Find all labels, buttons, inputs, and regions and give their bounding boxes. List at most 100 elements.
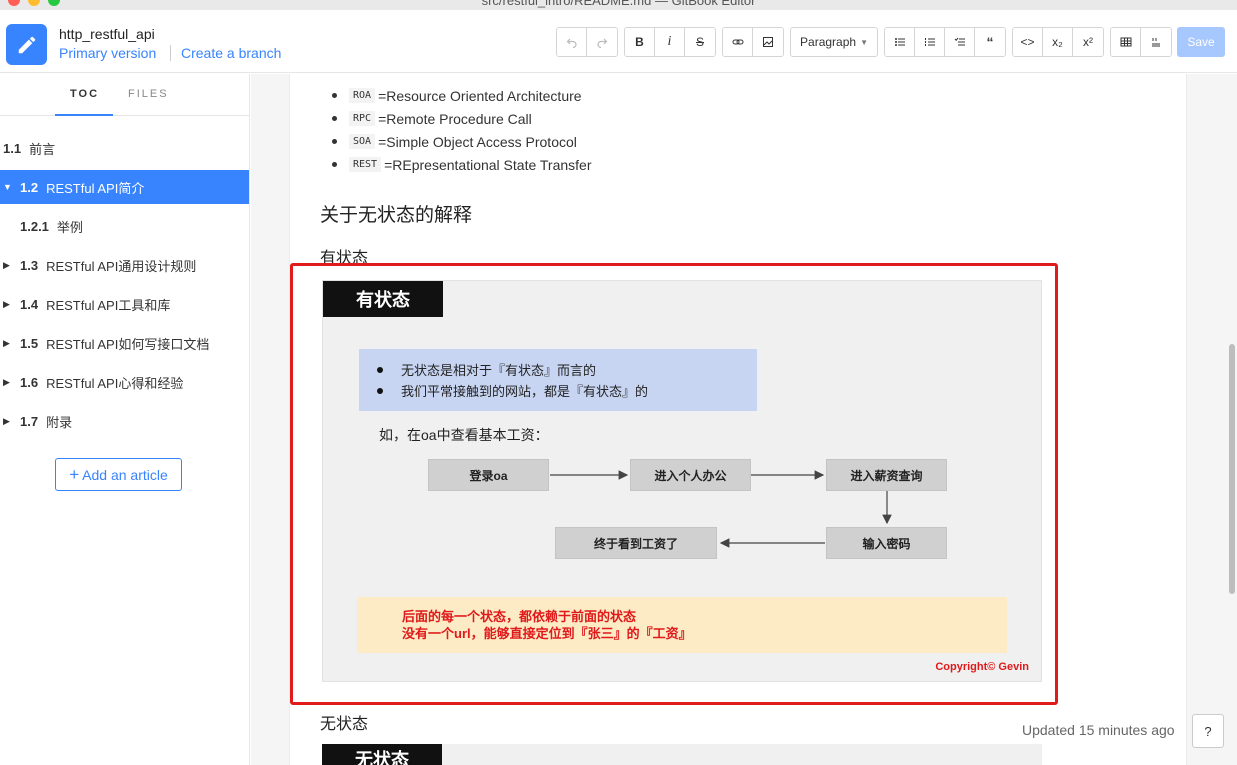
inline-code: REST	[349, 157, 382, 172]
toc-sidebar: TOC FILES 1.1 前言 ▼ 1.2 RESTful API简介 1.2…	[0, 74, 250, 765]
add-article-button[interactable]: + Add an article	[55, 458, 182, 491]
active-tab-indicator	[55, 114, 113, 116]
red-highlight-frame	[290, 263, 1058, 705]
bullet-list-button[interactable]	[885, 28, 915, 56]
numbered-list-button[interactable]	[915, 28, 945, 56]
italic-button[interactable]: i	[655, 28, 685, 56]
list-item-text: =Resource Oriented Architecture	[378, 87, 582, 104]
image-icon	[763, 37, 773, 47]
code-button[interactable]: <>	[1013, 28, 1043, 56]
app-header: http_restful_api Primary version Create …	[0, 10, 1237, 73]
toc-item-1-4[interactable]: ▶ 1.4 RESTful API工具和库	[0, 287, 249, 321]
superscript-button[interactable]: x²	[1073, 28, 1103, 56]
tab-toc[interactable]: TOC	[70, 88, 99, 100]
caret-right-icon[interactable]: ▶	[3, 416, 13, 427]
toc-label: 前言	[29, 141, 56, 157]
table-icon	[1120, 37, 1131, 47]
paragraph-style-select[interactable]: Paragraph ▼	[790, 27, 878, 57]
chevron-down-icon: ▼	[860, 37, 868, 47]
bold-button[interactable]: B	[625, 28, 655, 56]
toc-label: RESTful API通用设计规则	[46, 258, 197, 274]
header-divider	[170, 45, 171, 61]
primary-version-link[interactable]: Primary version	[59, 45, 156, 61]
link-button[interactable]	[723, 28, 753, 56]
list-item: RPC =Remote Procedure Call	[332, 107, 592, 130]
toc-item-1-7[interactable]: ▶ 1.7 附录	[0, 404, 249, 438]
toc-item-1-1[interactable]: 1.1 前言	[0, 131, 249, 165]
toc-number: 1.4	[20, 296, 39, 312]
toc-number: 1.6	[20, 374, 39, 390]
edit-pencil-icon[interactable]	[6, 24, 47, 65]
inline-code: SOA	[349, 134, 376, 149]
caret-down-icon[interactable]: ▼	[3, 182, 13, 192]
toc-label: RESTful API工具和库	[46, 297, 171, 313]
list-item-text: =REpresentational State Transfer	[384, 156, 592, 173]
toc-label: RESTful API如何写接口文档	[46, 336, 210, 352]
toc-label: 附录	[46, 414, 73, 430]
link-icon	[732, 39, 743, 45]
toc-number: 1.1	[3, 140, 22, 156]
create-branch-link[interactable]: Create a branch	[181, 45, 281, 61]
scrollbar-thumb[interactable]	[1229, 344, 1235, 594]
list-item: REST =REpresentational State Transfer	[332, 153, 592, 176]
bullet-list-icon	[894, 38, 905, 46]
toc-item-1-5[interactable]: ▶ 1.5 RESTful API如何写接口文档	[0, 326, 249, 360]
checklist-icon	[954, 37, 965, 46]
blockquote-button[interactable]: “	[975, 28, 1005, 56]
table-button[interactable]	[1111, 28, 1141, 56]
paragraph-style-label: Paragraph	[800, 35, 857, 49]
subscript-button[interactable]: x₂	[1043, 28, 1073, 56]
footnote-icon	[1152, 38, 1160, 47]
editor-scrollbar[interactable]	[1227, 74, 1237, 765]
caret-right-icon[interactable]: ▶	[3, 338, 13, 349]
insert-group	[722, 27, 784, 57]
numbered-list-icon	[924, 38, 935, 46]
footnote-button[interactable]	[1141, 28, 1171, 56]
sidebar-tabs: TOC FILES	[0, 74, 249, 116]
undo-button[interactable]	[557, 28, 587, 56]
caret-right-icon[interactable]: ▶	[3, 260, 13, 271]
toc-number: 1.2	[20, 179, 39, 195]
list-group: “	[884, 27, 1006, 57]
toc-item-1-3[interactable]: ▶ 1.3 RESTful API通用设计规则	[0, 248, 249, 282]
book-title: http_restful_api	[59, 26, 155, 42]
toc-number: 1.5	[20, 335, 39, 351]
toc-number: 1.7	[20, 413, 39, 429]
toc-item-1-2-1[interactable]: 1.2.1 举例	[0, 209, 249, 243]
subheading-stateless: 无状态	[320, 716, 369, 733]
acronym-list: ROA =Resource Oriented Architecture RPC =R…	[332, 84, 592, 176]
list-item: SOA =Simple Object Access Protocol	[332, 130, 592, 153]
history-group	[556, 27, 618, 57]
redo-button[interactable]	[587, 28, 617, 56]
window-title: src/restful_intro/README.md — GitBook Ed…	[481, 0, 756, 8]
caret-right-icon[interactable]: ▶	[3, 377, 13, 388]
table-group	[1110, 27, 1172, 57]
help-button[interactable]: ?	[1192, 714, 1224, 748]
toc-number: 1.3	[20, 257, 39, 273]
code-group: <> x₂ x²	[1012, 27, 1104, 57]
caret-right-icon[interactable]: ▶	[3, 299, 13, 310]
list-item-text: =Remote Procedure Call	[378, 110, 532, 127]
toc-item-1-6[interactable]: ▶ 1.6 RESTful API心得和经验	[0, 365, 249, 399]
image-button[interactable]	[753, 28, 783, 56]
toc-number: 1.2.1	[20, 218, 49, 234]
last-updated-status: Updated 15 minutes ago	[1022, 722, 1175, 738]
plus-icon: +	[69, 464, 80, 484]
editor-area: ROA =Resource Oriented Architecture RPC =R…	[251, 74, 1237, 765]
section-heading: 关于无状态的解释	[320, 205, 473, 226]
slide-title: 无状态	[322, 744, 442, 765]
toc-label: RESTful API简介	[46, 180, 145, 196]
format-group: B i S	[624, 27, 716, 57]
toc-item-1-2[interactable]: ▼ 1.2 RESTful API简介	[0, 170, 249, 204]
task-list-button[interactable]	[945, 28, 975, 56]
add-article-label: Add an article	[82, 466, 168, 483]
tab-files[interactable]: FILES	[128, 88, 169, 100]
quote-icon: “	[986, 34, 994, 50]
inline-code: ROA	[349, 88, 376, 103]
stateless-diagram-image[interactable]: 无状态	[322, 744, 1042, 765]
save-button[interactable]: Save	[1177, 27, 1225, 57]
strikethrough-button[interactable]: S	[685, 28, 715, 56]
list-item-text: =Simple Object Access Protocol	[378, 133, 577, 150]
toc-label: 举例	[56, 219, 83, 235]
toc-label: RESTful API心得和经验	[46, 375, 184, 391]
